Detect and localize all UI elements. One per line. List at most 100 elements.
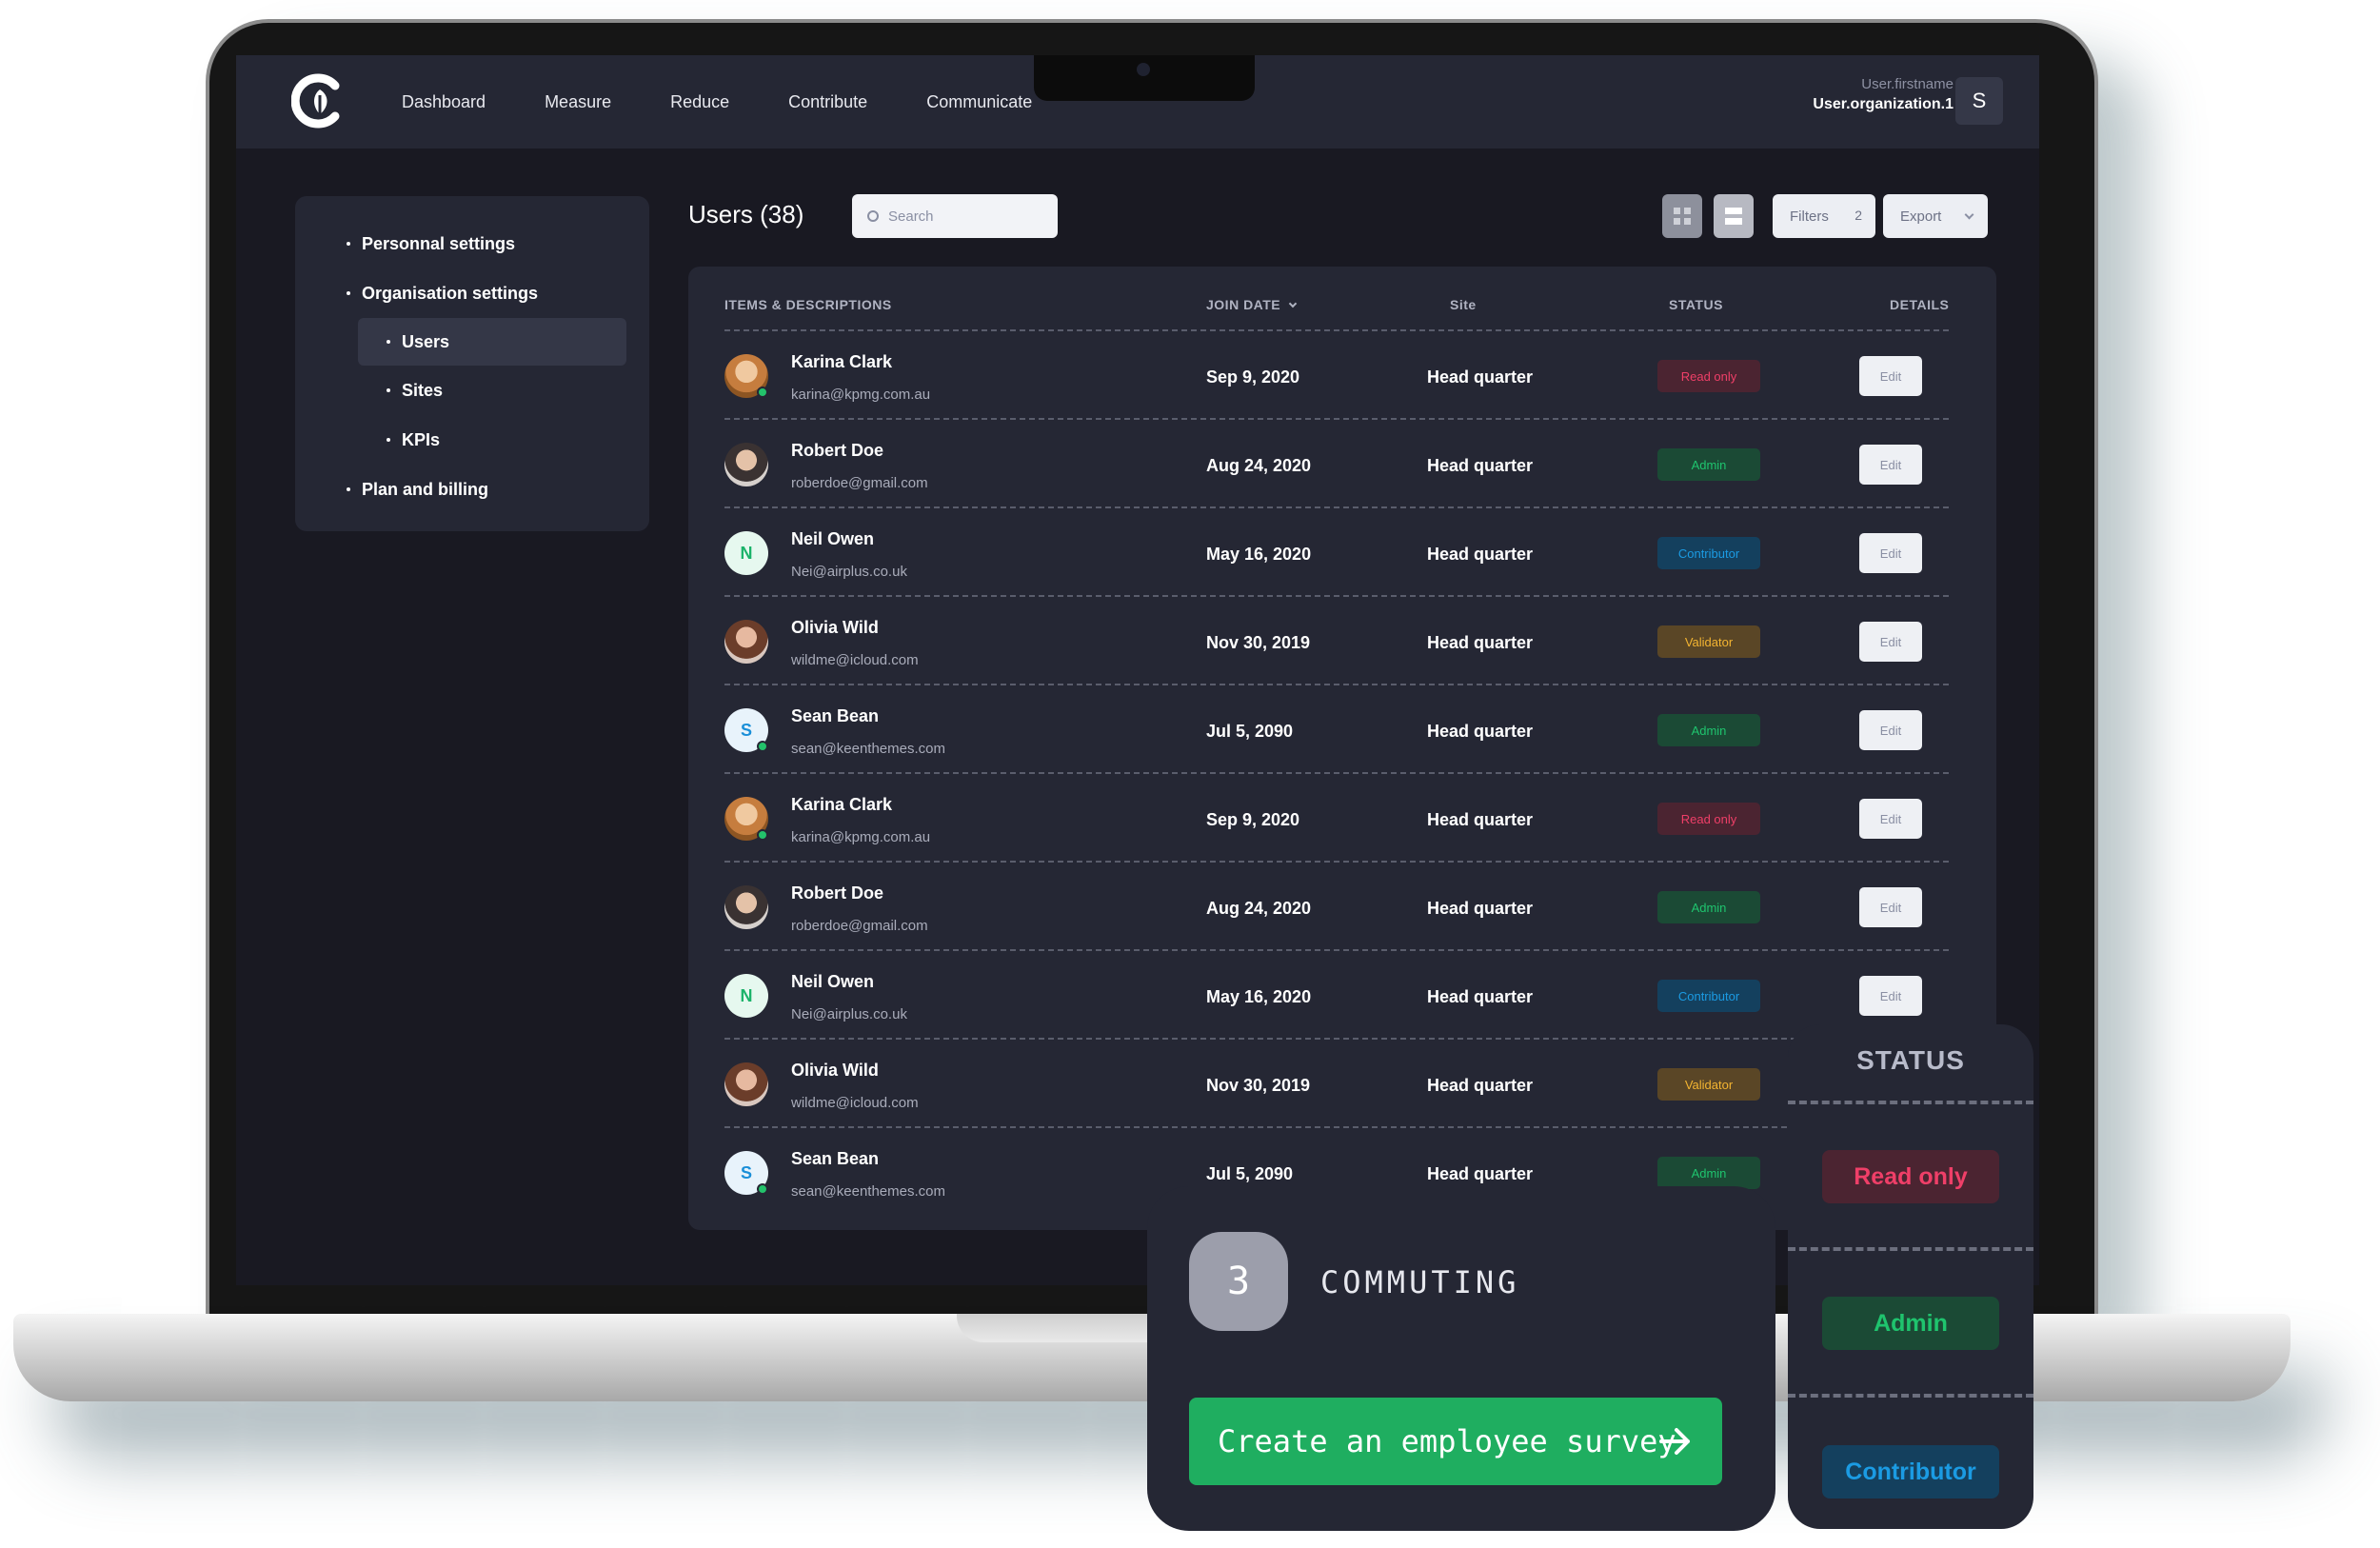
bullet-dot bbox=[387, 340, 390, 344]
user-name[interactable]: Neil Owen bbox=[791, 529, 874, 549]
main-nav: Dashboard Measure Reduce Contribute Comm… bbox=[402, 55, 1091, 149]
status-badge: Validator bbox=[1657, 1068, 1760, 1101]
sidebar-item-kpis[interactable]: KPIs bbox=[295, 415, 649, 465]
join-date: May 16, 2020 bbox=[1206, 987, 1312, 1006]
avatar bbox=[724, 885, 768, 929]
online-status-dot bbox=[757, 741, 768, 752]
site-name: Head quarter bbox=[1427, 1076, 1534, 1095]
column-join-date[interactable]: JOIN DATE bbox=[1206, 297, 1298, 312]
user-name[interactable]: Robert Doe bbox=[791, 883, 883, 903]
sidebar-item-organisation-settings[interactable]: Organisation settings bbox=[295, 268, 649, 318]
table-row: Karina Clark karina@kpmg.com.au Sep 9, 202… bbox=[724, 329, 1949, 418]
edit-button[interactable]: Edit bbox=[1859, 976, 1922, 1016]
user-organization: User.organization.1 bbox=[1813, 96, 1954, 112]
step-number-badge: 3 bbox=[1189, 1232, 1288, 1331]
bullet-dot bbox=[387, 438, 390, 442]
user-avatar[interactable]: S bbox=[1955, 77, 2003, 125]
user-name[interactable]: Neil Owen bbox=[791, 972, 874, 992]
status-badge: Admin bbox=[1657, 891, 1760, 923]
sidebar-item-label: Users bbox=[402, 331, 450, 351]
user-email: sean@keenthemes.com bbox=[791, 741, 945, 757]
export-button[interactable]: Export bbox=[1883, 194, 1988, 238]
search-input[interactable]: Search bbox=[852, 194, 1058, 238]
nav-measure[interactable]: Measure bbox=[545, 92, 611, 112]
bullet-dot bbox=[347, 487, 350, 491]
grid-view-button[interactable] bbox=[1662, 194, 1702, 238]
join-date: Sep 9, 2020 bbox=[1206, 367, 1300, 387]
user-name[interactable]: Sean Bean bbox=[791, 706, 879, 726]
status-badge-contributor: Contributor bbox=[1822, 1445, 1999, 1498]
edit-button[interactable]: Edit bbox=[1859, 356, 1922, 396]
user-email: roberdoe@gmail.com bbox=[791, 918, 928, 934]
nav-contribute[interactable]: Contribute bbox=[788, 92, 867, 112]
edit-button[interactable]: Edit bbox=[1859, 445, 1922, 485]
avatar bbox=[724, 1062, 768, 1106]
edit-button[interactable]: Edit bbox=[1859, 887, 1922, 927]
user-menu[interactable]: User.firstname User.organization.1 bbox=[1813, 76, 1954, 113]
user-name[interactable]: Olivia Wild bbox=[791, 618, 879, 638]
user-name[interactable]: Sean Bean bbox=[791, 1149, 879, 1169]
list-view-button[interactable] bbox=[1714, 194, 1754, 238]
online-status-dot bbox=[757, 1183, 768, 1195]
nav-communicate[interactable]: Communicate bbox=[926, 92, 1032, 112]
join-date: Jul 5, 2090 bbox=[1206, 722, 1294, 741]
bullet-dot bbox=[347, 291, 350, 295]
table-row: Olivia Wild wildme@icloud.com Nov 30, 2019… bbox=[724, 595, 1949, 684]
site-name: Head quarter bbox=[1427, 1164, 1534, 1183]
user-name[interactable]: Robert Doe bbox=[791, 441, 883, 461]
status-card-title: STATUS bbox=[1856, 1045, 1965, 1075]
sidebar-item-personnal-settings[interactable]: Personnal settings bbox=[295, 219, 649, 268]
create-employee-survey-button[interactable]: Create an employee survey bbox=[1189, 1398, 1722, 1485]
status-badge: Validator bbox=[1657, 625, 1760, 658]
sidebar-item-sites[interactable]: Sites bbox=[295, 366, 649, 415]
user-email: karina@kpmg.com.au bbox=[791, 829, 931, 845]
search-placeholder: Search bbox=[888, 208, 934, 225]
site-name: Head quarter bbox=[1427, 633, 1534, 652]
user-name[interactable]: Karina Clark bbox=[791, 795, 892, 815]
online-status-dot bbox=[757, 387, 768, 398]
user-name[interactable]: Olivia Wild bbox=[791, 1061, 879, 1081]
site-name: Head quarter bbox=[1427, 367, 1534, 387]
export-label: Export bbox=[1900, 208, 1942, 225]
site-name: Head quarter bbox=[1427, 722, 1534, 741]
table-row: N Neil Owen Nei@airplus.co.uk May 16, 2020 H… bbox=[724, 506, 1949, 595]
user-name[interactable]: Karina Clark bbox=[791, 352, 892, 372]
sort-caret-icon bbox=[1288, 299, 1298, 308]
user-email: karina@kpmg.com.au bbox=[791, 387, 931, 403]
column-status: STATUS bbox=[1669, 297, 1723, 312]
join-date: Sep 9, 2020 bbox=[1206, 810, 1300, 829]
table-body: Karina Clark karina@kpmg.com.au Sep 9, 202… bbox=[724, 329, 1949, 1215]
nav-reduce[interactable]: Reduce bbox=[670, 92, 729, 112]
list-icon bbox=[1725, 208, 1742, 225]
settings-sidebar: Personnal settings Organisation settings… bbox=[295, 196, 649, 531]
status-badge: Contributor bbox=[1657, 980, 1760, 1012]
nav-dashboard[interactable]: Dashboard bbox=[402, 92, 486, 112]
edit-button[interactable]: Edit bbox=[1859, 622, 1922, 662]
sidebar-item-users[interactable]: Users bbox=[358, 318, 626, 366]
status-badge-admin: Admin bbox=[1822, 1297, 1999, 1350]
edit-button[interactable]: Edit bbox=[1859, 710, 1922, 750]
join-date: Jul 5, 2090 bbox=[1206, 1164, 1294, 1183]
sidebar-item-plan-and-billing[interactable]: Plan and billing bbox=[295, 465, 649, 514]
filters-button[interactable]: Filters 2 bbox=[1773, 194, 1875, 238]
join-date: Nov 30, 2019 bbox=[1206, 1076, 1311, 1095]
chevron-down-icon bbox=[1964, 209, 1974, 220]
column-items: ITEMS & DESCRIPTIONS bbox=[724, 297, 892, 312]
edit-button[interactable]: Edit bbox=[1859, 799, 1922, 839]
company-logo-icon[interactable] bbox=[291, 72, 345, 129]
cta-label: Create an employee survey bbox=[1218, 1423, 1676, 1459]
grid-icon bbox=[1674, 208, 1691, 225]
filters-count: 2 bbox=[1854, 208, 1862, 223]
avatar bbox=[724, 620, 768, 664]
edit-button[interactable]: Edit bbox=[1859, 533, 1922, 573]
column-join-date-label: JOIN DATE bbox=[1206, 297, 1281, 312]
online-status-dot bbox=[757, 829, 768, 841]
table-row: Karina Clark karina@kpmg.com.au Sep 9, 202… bbox=[724, 772, 1949, 861]
divider bbox=[1788, 1247, 2033, 1251]
search-icon bbox=[867, 210, 879, 222]
sidebar-item-label: Personnal settings bbox=[362, 233, 516, 253]
sidebar-item-label: Plan and billing bbox=[362, 479, 489, 499]
avatar: N bbox=[724, 531, 768, 575]
user-email: sean@keenthemes.com bbox=[791, 1183, 945, 1200]
avatar bbox=[724, 443, 768, 486]
